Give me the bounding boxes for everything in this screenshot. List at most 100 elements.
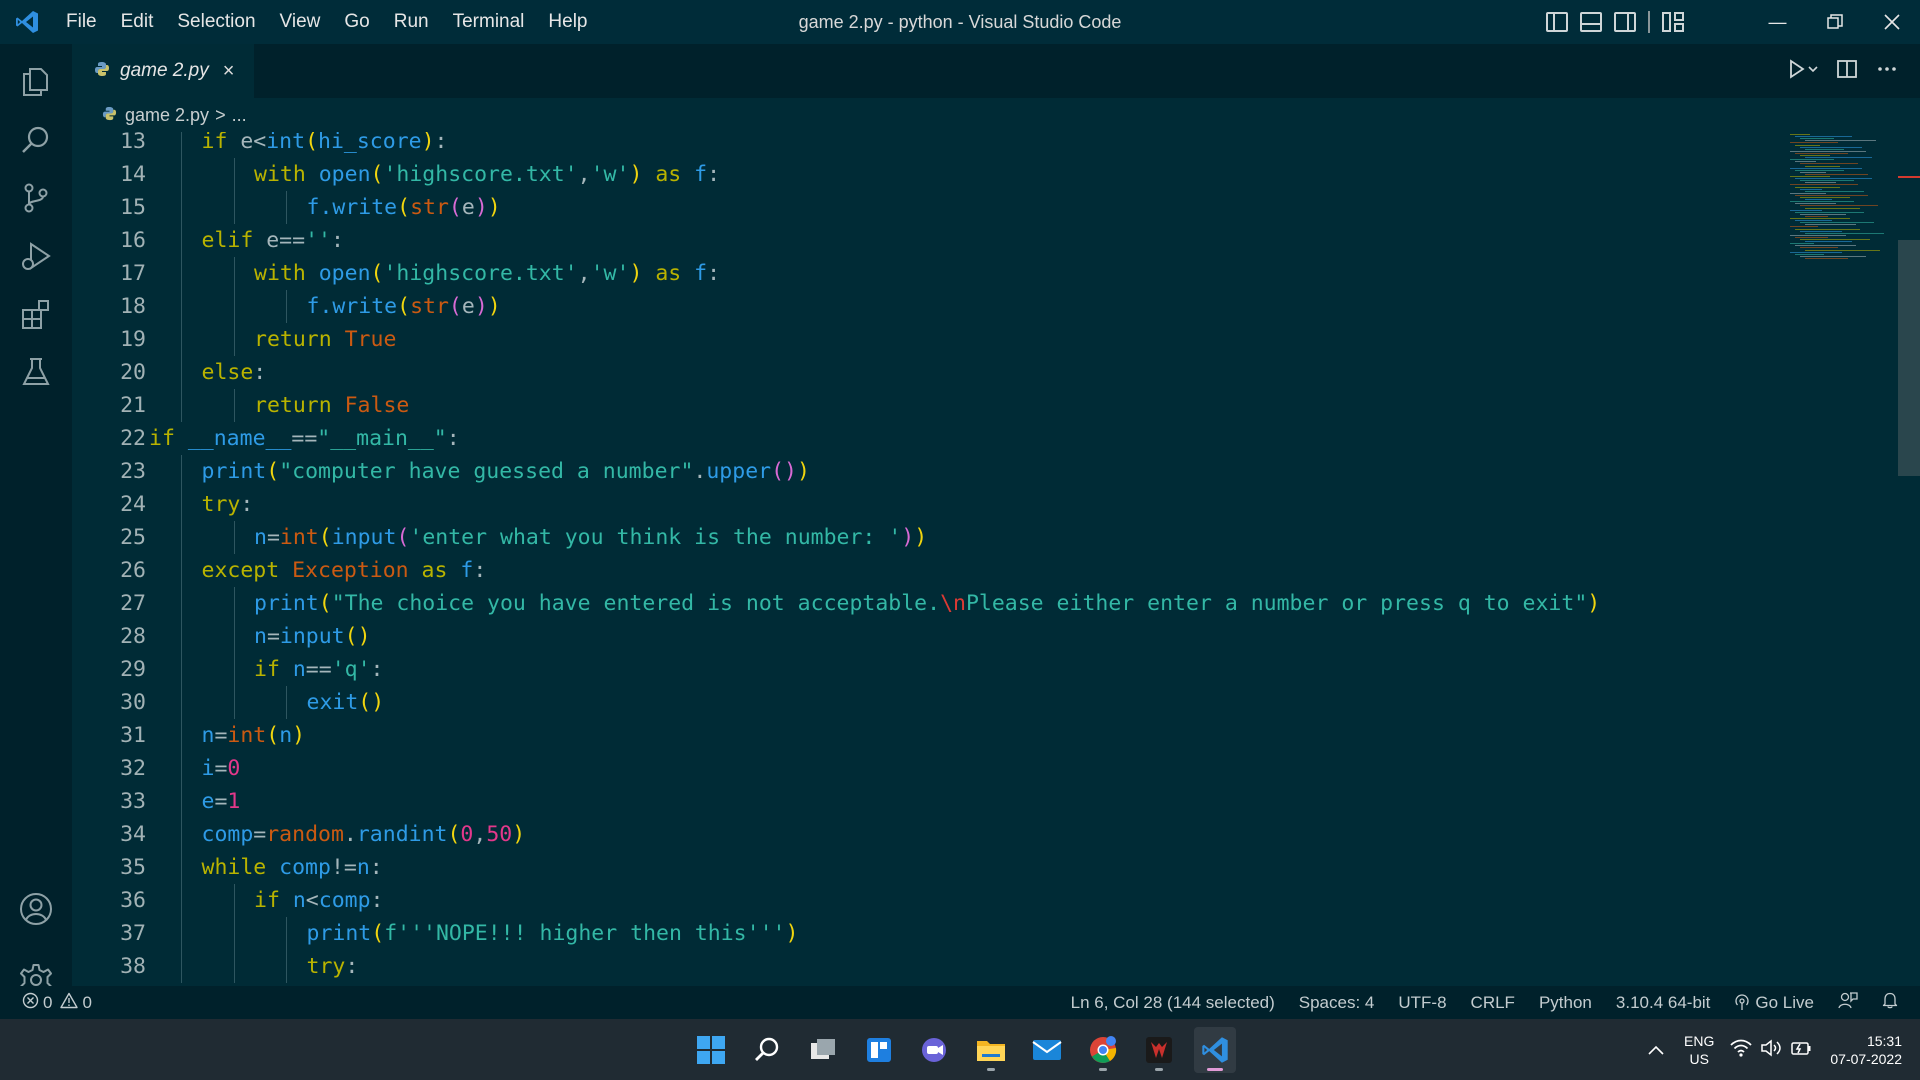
scrollbar-thumb[interactable] <box>1898 240 1920 476</box>
code-line[interactable]: 28 n=input() <box>72 620 1772 653</box>
notifications-bell-icon[interactable] <box>1882 991 1898 1014</box>
more-actions-icon[interactable] <box>1876 58 1898 85</box>
toggle-primary-sidebar-icon[interactable] <box>1546 12 1568 32</box>
code-line[interactable]: 37 print(f'''NOPE!!! higher then this''') <box>72 917 1772 950</box>
menu-file[interactable]: File <box>54 0 109 44</box>
go-live-button[interactable]: Go Live <box>1734 993 1814 1013</box>
clock[interactable]: 15:31 07-07-2022 <box>1830 1032 1902 1068</box>
windows-start-icon[interactable] <box>690 1027 732 1073</box>
language-mode[interactable]: Python <box>1539 993 1592 1013</box>
accounts-icon[interactable] <box>0 879 72 939</box>
code-token: 'highscore.txt' <box>383 162 578 187</box>
code-line[interactable]: 18 f.write(str(e)) <box>72 290 1772 323</box>
code-token: f.write <box>306 195 398 220</box>
code-editor[interactable]: 13 if e<int(hi_score): 14 with open('highsc… <box>72 132 1920 986</box>
code-line[interactable]: 27 print("The choice you have entered is … <box>72 587 1772 620</box>
minimap[interactable] <box>1784 132 1896 272</box>
widgets-icon[interactable] <box>858 1027 900 1073</box>
tab-close-icon[interactable]: × <box>223 60 235 83</box>
code-line[interactable]: 38 try: <box>72 950 1772 983</box>
code-line[interactable]: 16 elif e=='': <box>72 224 1772 257</box>
indent-guide <box>233 389 235 422</box>
breadcrumb-symbols[interactable]: ... <box>232 105 247 126</box>
mail-icon[interactable] <box>1026 1027 1068 1073</box>
code-content: n=int(n) <box>202 719 306 752</box>
tab-game-2-py[interactable]: game 2.py × <box>72 44 254 98</box>
toggle-secondary-sidebar-icon[interactable] <box>1614 12 1636 32</box>
code-line[interactable]: 22 if __name__=="__main__": <box>72 422 1772 455</box>
menu-terminal[interactable]: Terminal <box>441 0 537 44</box>
minimap-line <box>1790 159 1834 161</box>
code-line[interactable]: 21 return False <box>72 389 1772 422</box>
code-line[interactable]: 25 n=int(input('enter what you think is t… <box>72 521 1772 554</box>
status-problems[interactable]: 0 0 <box>22 992 92 1014</box>
predator-sense-icon[interactable] <box>1138 1027 1180 1073</box>
indent-guide <box>181 488 182 521</box>
feedback-icon[interactable] <box>1838 991 1858 1014</box>
split-editor-icon[interactable] <box>1836 58 1858 85</box>
testing-icon[interactable] <box>0 342 72 402</box>
menu-edit[interactable]: Edit <box>109 0 166 44</box>
code-line[interactable]: 34 comp=random.randint(0,50) <box>72 818 1772 851</box>
code-line[interactable]: 23 print("computer have guessed a number"… <box>72 455 1772 488</box>
code-token: ( <box>447 822 461 847</box>
code-token: () <box>344 624 371 649</box>
breadcrumb-file[interactable]: game 2.py <box>125 105 209 126</box>
code-line[interactable]: 30 exit() <box>72 686 1772 719</box>
code-line[interactable]: 13 if e<int(hi_score): <box>72 132 1772 158</box>
vertical-scrollbar[interactable] <box>1898 132 1920 986</box>
close-icon[interactable] <box>1863 0 1920 44</box>
run-debug-icon[interactable] <box>0 226 72 286</box>
chrome-icon[interactable] <box>1082 1027 1124 1073</box>
code-line[interactable]: 15 f.write(str(e)) <box>72 191 1772 224</box>
restore-icon[interactable] <box>1806 0 1863 44</box>
python-interpreter[interactable]: 3.10.4 64-bit <box>1616 993 1711 1013</box>
file-encoding[interactable]: UTF-8 <box>1398 993 1446 1013</box>
task-view-icon[interactable] <box>802 1027 844 1073</box>
vscode-taskbar-icon[interactable] <box>1194 1026 1236 1073</box>
code-line[interactable]: 33 e=1 <box>72 785 1772 818</box>
teams-chat-icon[interactable] <box>914 1027 956 1073</box>
extensions-icon[interactable] <box>0 284 72 344</box>
code-line[interactable]: 14 with open('highscore.txt','w') as f: <box>72 158 1772 191</box>
cursor-position[interactable]: Ln 6, Col 28 (144 selected) <box>1071 993 1275 1013</box>
code-content: i=0 <box>202 752 241 785</box>
wifi-icon[interactable] <box>1730 1039 1753 1060</box>
code-token: ) <box>796 459 810 484</box>
explorer-icon[interactable] <box>0 52 72 112</box>
code-line[interactable]: 26 except Exception as f: <box>72 554 1772 587</box>
line-endings[interactable]: CRLF <box>1471 993 1515 1013</box>
code-line[interactable]: 17 with open('highscore.txt','w') as f: <box>72 257 1772 290</box>
run-python-file-icon[interactable] <box>1788 58 1818 85</box>
code-token: , <box>473 822 487 847</box>
toggle-panel-icon[interactable] <box>1580 12 1602 32</box>
indentation[interactable]: Spaces: 4 <box>1299 993 1375 1013</box>
input-language[interactable]: ENG US <box>1684 1032 1714 1068</box>
status-right-items: Ln 6, Col 28 (144 selected) Spaces: 4 UT… <box>1071 991 1898 1014</box>
menu-view[interactable]: View <box>268 0 333 44</box>
volume-icon[interactable] <box>1760 1039 1782 1060</box>
minimize-icon[interactable]: — <box>1749 0 1806 44</box>
code-line[interactable]: 32 i=0 <box>72 752 1772 785</box>
customize-layout-icon[interactable] <box>1662 12 1684 32</box>
code-token: print <box>254 591 319 616</box>
code-token: = <box>266 624 280 649</box>
menu-go[interactable]: Go <box>332 0 381 44</box>
file-explorer-icon[interactable] <box>970 1027 1012 1073</box>
code-line[interactable]: 35 while comp!=n: <box>72 851 1772 884</box>
battery-icon[interactable] <box>1790 1039 1812 1060</box>
code-line[interactable]: 19 return True <box>72 323 1772 356</box>
code-line[interactable]: 31 n=int(n) <box>72 719 1772 752</box>
code-line[interactable]: 36 if n<comp: <box>72 884 1772 917</box>
code-line[interactable]: 29 if n=='q': <box>72 653 1772 686</box>
source-control-icon[interactable] <box>0 168 72 228</box>
menu-help[interactable]: Help <box>536 0 599 44</box>
menu-selection[interactable]: Selection <box>165 0 267 44</box>
menu-run[interactable]: Run <box>382 0 441 44</box>
show-hidden-icons-chevron-icon[interactable] <box>1648 1042 1664 1058</box>
code-line[interactable]: 24 try: <box>72 488 1772 521</box>
code-token: : <box>369 855 383 880</box>
taskbar-search-icon[interactable] <box>746 1027 788 1073</box>
search-icon[interactable] <box>0 110 72 170</box>
code-line[interactable]: 20 else: <box>72 356 1772 389</box>
